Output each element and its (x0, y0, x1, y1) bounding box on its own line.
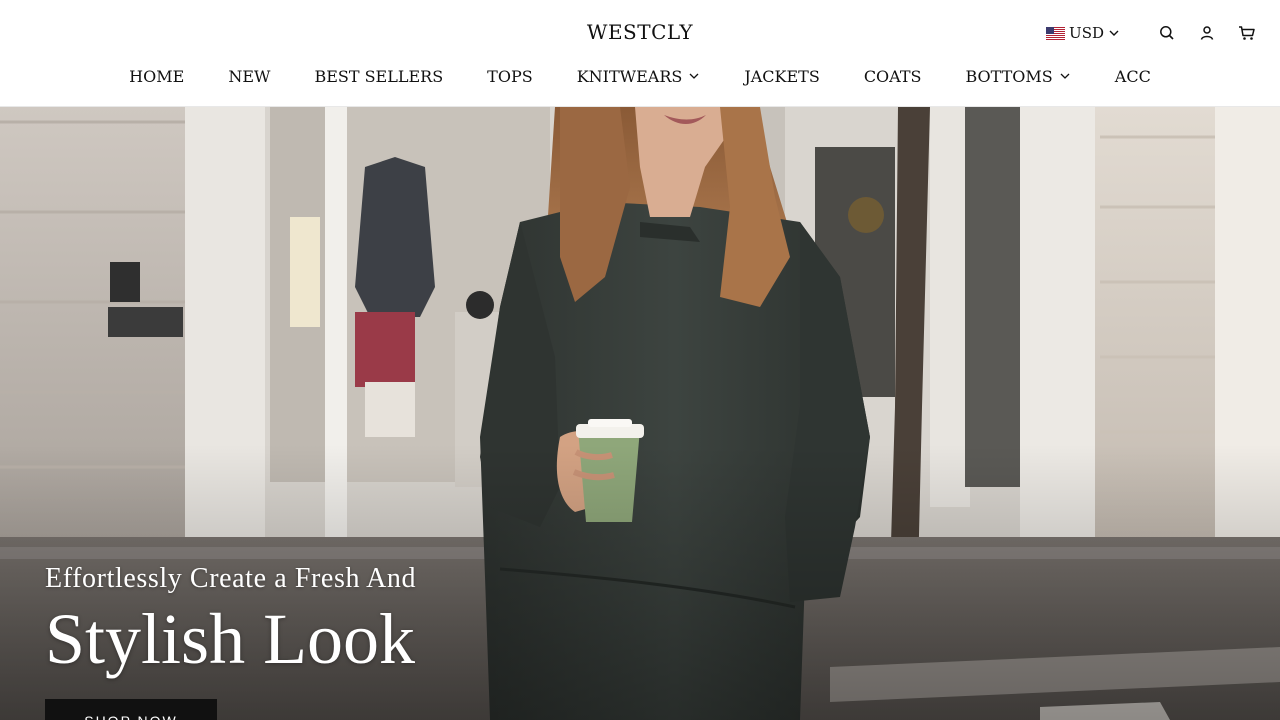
nav-item-label: COATS (863, 66, 922, 86)
currency-selector[interactable]: USD (1046, 24, 1120, 42)
search-button[interactable] (1156, 22, 1178, 44)
nav-item-label: NEW (228, 66, 271, 86)
nav-item-knitwears[interactable]: KNITWEARS (577, 67, 701, 86)
chevron-down-icon (689, 73, 699, 79)
search-icon (1160, 26, 1174, 40)
site-header: WESTCLY USD HOME NEW BEST SELLERS TOPS K… (0, 0, 1280, 107)
cart-icon (1239, 26, 1255, 40)
hero-subtitle: Effortlessly Create a Fresh And (45, 563, 417, 594)
account-button[interactable] (1196, 22, 1218, 44)
header-utilities: USD (1046, 20, 1258, 46)
hero-caption: Effortlessly Create a Fresh And Stylish … (45, 563, 416, 675)
nav-item-best-sellers[interactable]: BEST SELLERS (314, 67, 443, 86)
nav-item-new[interactable]: NEW (228, 67, 270, 86)
main-navigation: HOME NEW BEST SELLERS TOPS KNITWEARS JAC… (0, 62, 1280, 90)
nav-item-label: TOPS (487, 66, 533, 86)
nav-item-home[interactable]: HOME (129, 67, 184, 86)
cart-button[interactable] (1236, 22, 1258, 44)
nav-item-label: HOME (129, 66, 185, 86)
chevron-down-icon (1109, 30, 1119, 36)
chevron-down-icon (1060, 73, 1070, 79)
nav-item-label: JACKETS (744, 66, 820, 86)
nav-item-label: KNITWEARS (576, 66, 683, 86)
hero-banner[interactable]: Effortlessly Create a Fresh And Stylish … (0, 107, 1280, 720)
nav-item-tops[interactable]: TOPS (487, 67, 533, 86)
us-flag-icon (1046, 26, 1066, 40)
shop-now-button[interactable]: SHOP NOW (45, 699, 217, 720)
nav-item-coats[interactable]: COATS (864, 67, 922, 86)
nav-item-label: BOTTOMS (965, 66, 1053, 86)
nav-item-acc[interactable]: ACC (1115, 67, 1151, 86)
account-icon (1200, 26, 1214, 40)
nav-item-label: ACC (1114, 66, 1151, 86)
nav-item-jackets[interactable]: JACKETS (744, 67, 819, 86)
nav-item-bottoms[interactable]: BOTTOMS (965, 67, 1070, 86)
currency-label: USD (1069, 24, 1104, 42)
hero-title: Stylish Look (45, 599, 416, 679)
nav-item-label: BEST SELLERS (314, 66, 444, 86)
